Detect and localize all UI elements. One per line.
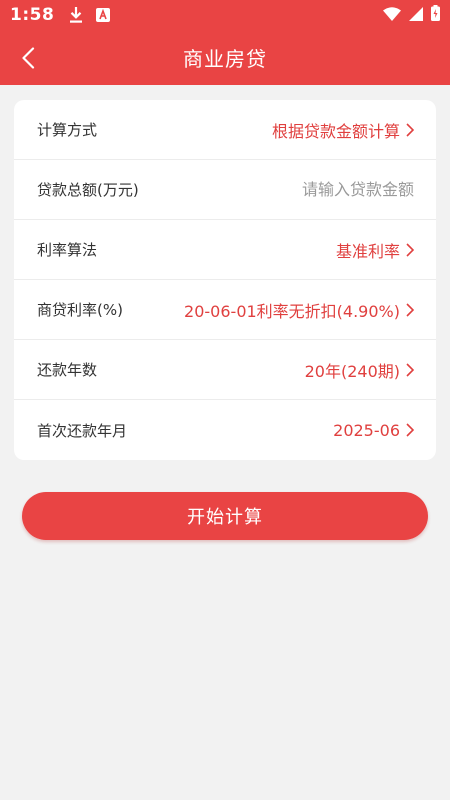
- first-payment-label: 首次还款年月: [37, 421, 128, 440]
- interest-rate-value-text: 20-06-01利率无折扣(4.90%): [184, 301, 400, 321]
- loan-form-card: 计算方式 根据贷款金额计算 贷款总额(万元) 利率算法 基准利率 商贷利率(%)…: [14, 100, 436, 460]
- chevron-right-icon: [406, 122, 414, 137]
- loan-amount-label: 贷款总额(万元): [37, 181, 139, 199]
- interest-rate-row[interactable]: 商贷利率(%) 20-06-01利率无折扣(4.90%): [14, 280, 436, 340]
- back-arrow-icon[interactable]: [14, 44, 42, 72]
- chevron-right-icon: [406, 302, 414, 317]
- first-payment-value-text: 2025-06: [333, 420, 400, 440]
- loan-amount-input[interactable]: [214, 180, 414, 199]
- chevron-right-icon: [406, 242, 414, 257]
- calc-method-value[interactable]: 根据贷款金额计算: [272, 118, 414, 142]
- status-time: 1:58: [10, 5, 55, 25]
- battery-icon: [431, 5, 440, 25]
- app-bar: 商业房贷: [0, 30, 450, 85]
- download-icon: [68, 6, 84, 24]
- repayment-years-value[interactable]: 20年(240期): [305, 358, 414, 382]
- signal-icon: [409, 6, 423, 25]
- calculate-button[interactable]: 开始计算: [22, 492, 428, 540]
- rate-method-label: 利率算法: [37, 241, 98, 259]
- rate-method-value-text: 基准利率: [335, 241, 400, 261]
- calc-method-row[interactable]: 计算方式 根据贷款金额计算: [14, 100, 436, 160]
- status-bar: 1:58: [0, 0, 450, 30]
- repayment-years-row[interactable]: 还款年数 20年(240期): [14, 340, 436, 400]
- calc-method-value-text: 根据贷款金额计算: [271, 121, 400, 141]
- calc-method-label: 计算方式: [37, 121, 98, 139]
- repayment-years-label: 还款年数: [37, 361, 98, 379]
- page-title: 商业房贷: [183, 47, 267, 71]
- interest-rate-label: 商贷利率(%): [37, 301, 123, 319]
- wifi-icon: [383, 6, 401, 25]
- chevron-right-icon: [406, 423, 414, 437]
- interest-rate-value[interactable]: 20-06-01利率无折扣(4.90%): [184, 298, 414, 322]
- repayment-years-value-text: 20年(240期): [304, 361, 400, 381]
- rate-method-row[interactable]: 利率算法 基准利率: [14, 220, 436, 280]
- first-payment-row[interactable]: 首次还款年月 2025-06: [14, 400, 436, 460]
- app-notification-icon: [96, 8, 111, 22]
- chevron-right-icon: [406, 362, 414, 377]
- first-payment-value[interactable]: 2025-06: [333, 421, 414, 440]
- loan-amount-row: 贷款总额(万元): [14, 160, 436, 220]
- rate-method-value[interactable]: 基准利率: [336, 238, 414, 262]
